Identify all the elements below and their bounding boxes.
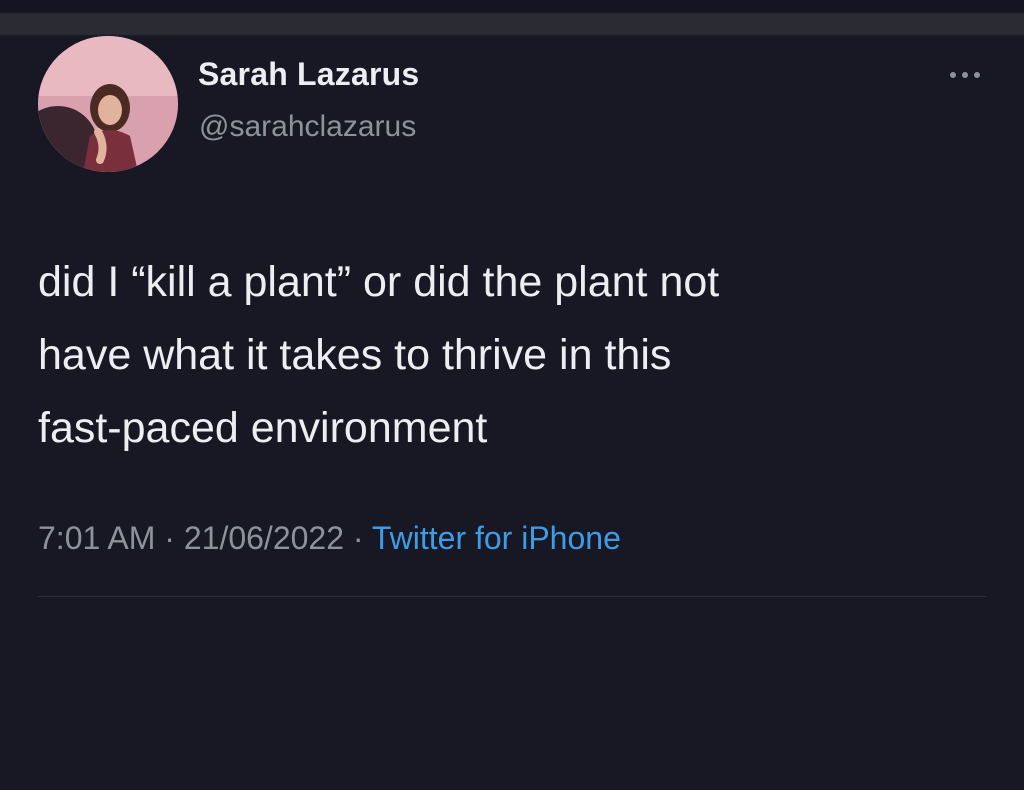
user-handle[interactable]: @sarahclazarus	[199, 110, 416, 144]
more-horizontal-icon	[947, 72, 983, 78]
tweet-metadata: 7:01 AM · 21/06/2022 · Twitter for iPhon…	[38, 520, 621, 557]
more-options-button[interactable]	[940, 60, 990, 90]
tweet-source-link[interactable]: Twitter for iPhone	[372, 520, 621, 556]
display-name[interactable]: Sarah Lazarus	[198, 56, 419, 93]
top-bar	[0, 0, 1024, 36]
avatar[interactable]	[38, 36, 178, 172]
tweet-text: did I “kill a plant” or did the plant no…	[38, 258, 720, 452]
separator: ·	[164, 520, 175, 556]
divider	[38, 596, 986, 597]
tweet-card: Sarah Lazarus @sarahclazarus did I “kill…	[0, 36, 1024, 790]
separator: ·	[352, 520, 364, 556]
profile-photo	[38, 36, 178, 172]
tweet-time[interactable]: 7:01 AM	[38, 520, 155, 556]
tweet-date[interactable]: 21/06/2022	[184, 520, 344, 556]
